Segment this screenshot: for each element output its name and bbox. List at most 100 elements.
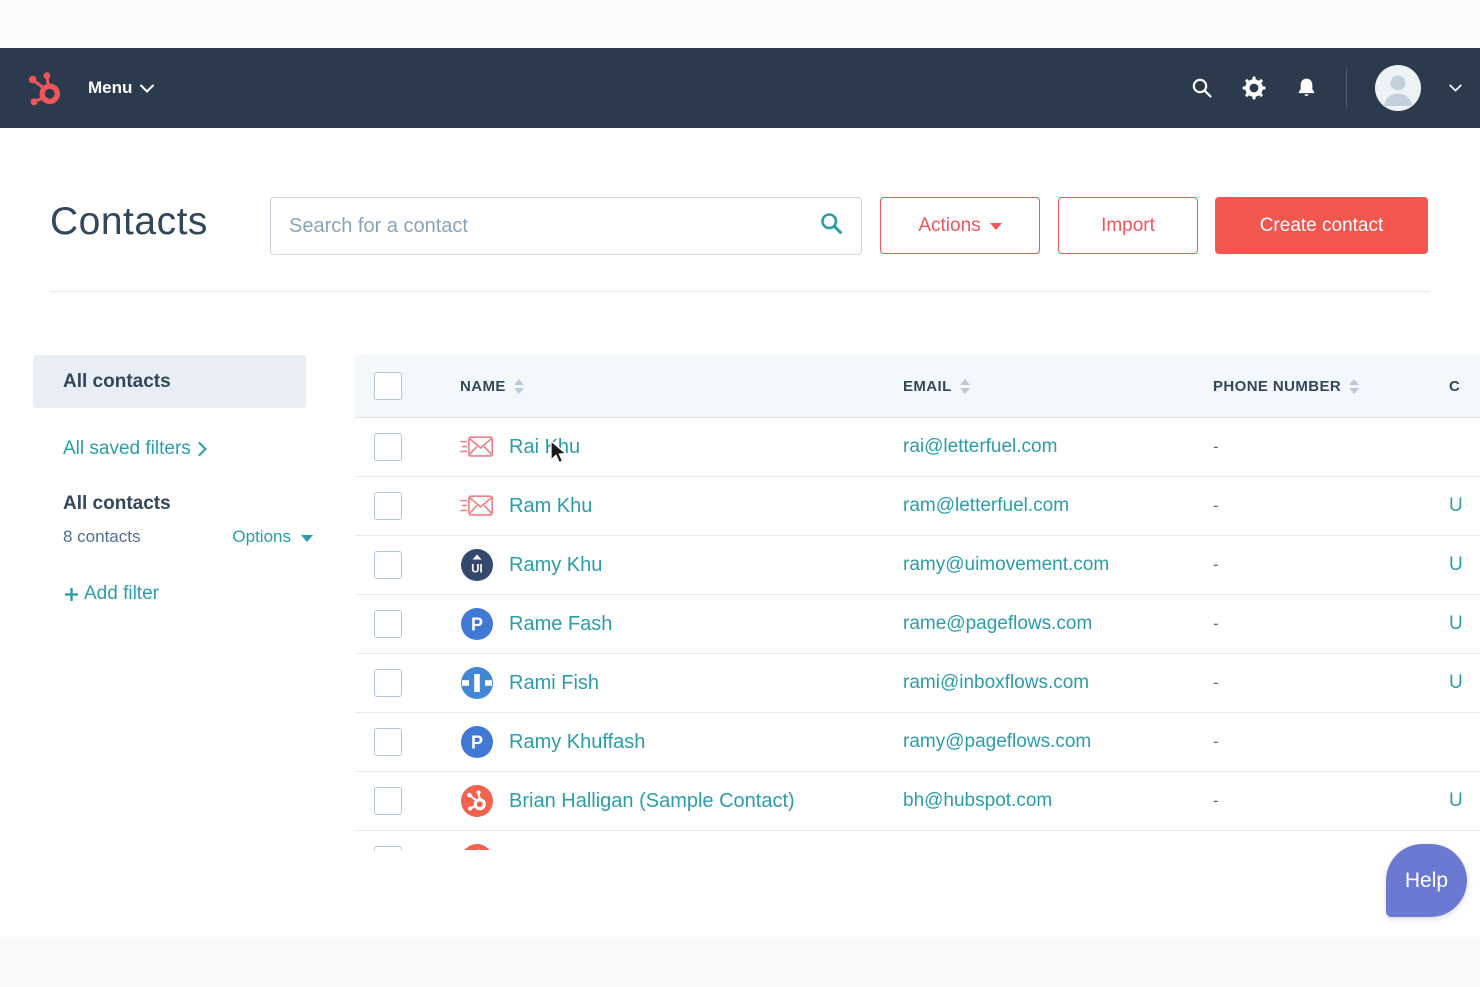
email-header-label: EMAIL — [903, 378, 952, 395]
chevron-right-icon — [198, 442, 207, 456]
contact-phone: - — [1213, 614, 1219, 633]
search-input[interactable] — [271, 215, 818, 238]
contact-phone: - — [1213, 496, 1219, 515]
create-contact-label: Create contact — [1260, 215, 1384, 237]
sidebar-item-all-contacts[interactable]: All contacts — [33, 355, 306, 408]
column-header-email[interactable]: EMAIL — [903, 378, 1213, 395]
avatar-envelope-icon — [460, 490, 494, 522]
sort-icon[interactable] — [960, 379, 970, 394]
menu-dropdown[interactable]: Menu — [88, 48, 154, 128]
actions-label: Actions — [918, 215, 980, 237]
row-checkbox[interactable] — [374, 846, 402, 850]
chevron-down-icon — [140, 84, 154, 93]
plus-icon — [63, 586, 80, 603]
row-checkbox[interactable] — [374, 433, 402, 461]
options-label: Options — [232, 527, 291, 547]
sort-icon[interactable] — [1349, 379, 1359, 394]
person-icon — [1375, 65, 1421, 111]
contact-email-link[interactable]: rai@letterfuel.com — [903, 436, 1057, 457]
avatar-envelope-icon — [460, 431, 494, 463]
table-header-row: NAME EMAIL PHONE NUMBER C — [355, 355, 1480, 418]
contact-name-link[interactable]: Ramy Khu — [509, 554, 602, 577]
contact-extra-link[interactable]: U — [1449, 672, 1463, 693]
contact-name-link[interactable]: Rai Khu — [509, 436, 580, 459]
add-filter-label: Add filter — [84, 583, 159, 605]
gear-icon[interactable] — [1242, 76, 1266, 100]
contact-extra-link[interactable]: U — [1449, 495, 1463, 516]
contacts-table: NAME EMAIL PHONE NUMBER C — [355, 355, 1480, 850]
table-body: Rai Khu rai@letterfuel.com - Ram Khu ram… — [355, 418, 1480, 850]
table-row: P Ramy Khuffash ramy@pageflows.com - — [355, 713, 1480, 772]
svg-text:P: P — [471, 733, 483, 753]
all-saved-filters-link[interactable]: All saved filters — [63, 438, 306, 460]
main-navbar: Menu — [0, 48, 1480, 128]
column-header-partial[interactable]: C — [1449, 378, 1480, 395]
contact-email-link[interactable]: rame@pageflows.com — [903, 613, 1092, 634]
table-row: Rai Khu rai@letterfuel.com - — [355, 418, 1480, 477]
contact-email-link[interactable]: rami@inboxflows.com — [903, 672, 1089, 693]
contact-name-link[interactable]: Ram Khu — [509, 495, 592, 518]
header-divider — [50, 291, 1430, 292]
contact-email-link[interactable]: ramy@pageflows.com — [903, 731, 1091, 752]
contact-name-link[interactable]: Ramy Khuffash — [509, 731, 645, 754]
partial-header-label: C — [1449, 378, 1460, 395]
sort-icon[interactable] — [514, 379, 524, 394]
contact-extra-link[interactable]: U — [1449, 790, 1463, 811]
row-checkbox[interactable] — [374, 669, 402, 697]
sidebar-selected-label: All contacts — [63, 371, 171, 393]
row-checkbox[interactable] — [374, 610, 402, 638]
add-filter-button[interactable]: Add filter — [63, 583, 306, 605]
contact-search — [270, 197, 862, 255]
navbar-right — [1190, 48, 1462, 128]
row-checkbox[interactable] — [374, 551, 402, 579]
import-button[interactable]: Import — [1058, 197, 1198, 254]
contact-email-link[interactable]: ramy@uimovement.com — [903, 554, 1109, 575]
avatar-uimovement-icon: UI — [460, 549, 494, 581]
contact-name-link[interactable]: Rami Fish — [509, 672, 599, 695]
avatar-pageflows-icon: P — [460, 726, 494, 758]
contact-phone: - — [1213, 673, 1219, 692]
create-contact-button[interactable]: Create contact — [1215, 197, 1428, 254]
search-icon[interactable] — [1190, 76, 1214, 100]
contact-name-link[interactable]: Brian Halligan (Sample Contact) — [509, 790, 795, 813]
contact-count: 8 contacts — [63, 527, 141, 547]
row-checkbox[interactable] — [374, 728, 402, 756]
actions-button[interactable]: Actions — [880, 197, 1040, 254]
svg-text:UI: UI — [471, 564, 483, 576]
search-magnifier-icon[interactable] — [818, 210, 845, 242]
saved-filters-label: All saved filters — [63, 438, 191, 460]
caret-down-icon — [301, 535, 313, 542]
browser-top-strip — [0, 0, 1480, 48]
table-row: UI Ramy Khu ramy@uimovement.com - U — [355, 536, 1480, 595]
avatar-hubspot-icon — [460, 785, 494, 817]
notifications-bell-icon[interactable] — [1294, 76, 1318, 100]
column-header-name[interactable]: NAME — [460, 378, 903, 395]
row-checkbox[interactable] — [374, 492, 402, 520]
contact-phone: - — [1213, 732, 1219, 751]
select-all-checkbox[interactable] — [374, 372, 402, 400]
table-row: Rami Fish rami@inboxflows.com - U — [355, 654, 1480, 713]
help-label: Help — [1405, 869, 1448, 893]
hubspot-logo-icon[interactable] — [26, 70, 64, 108]
filters-sidebar: All contacts All saved filters All conta… — [33, 355, 306, 605]
caret-down-icon — [990, 223, 1002, 230]
contact-phone: - — [1213, 791, 1219, 810]
avatar-hubspot-icon — [460, 844, 494, 850]
menu-label: Menu — [88, 78, 132, 98]
contact-email-link[interactable]: bh@hubspot.com — [903, 790, 1052, 811]
contact-extra-link[interactable]: U — [1449, 554, 1463, 575]
column-header-phone[interactable]: PHONE NUMBER — [1213, 378, 1449, 395]
view-title: All contacts — [63, 493, 306, 515]
user-avatar[interactable] — [1375, 65, 1421, 111]
options-dropdown[interactable]: Options — [232, 527, 313, 547]
contact-name-link[interactable]: Rame Fash — [509, 613, 612, 636]
account-chevron-down-icon[interactable] — [1449, 84, 1462, 92]
table-row: Ram Khu ram@letterfuel.com - U — [355, 477, 1480, 536]
contact-phone: - — [1213, 555, 1219, 574]
contact-email-link[interactable]: ram@letterfuel.com — [903, 495, 1069, 516]
contact-extra-link[interactable]: U — [1449, 613, 1463, 634]
row-checkbox[interactable] — [374, 787, 402, 815]
navbar-divider — [1346, 68, 1347, 108]
help-button[interactable]: Help — [1386, 844, 1467, 917]
svg-text:P: P — [471, 615, 483, 635]
